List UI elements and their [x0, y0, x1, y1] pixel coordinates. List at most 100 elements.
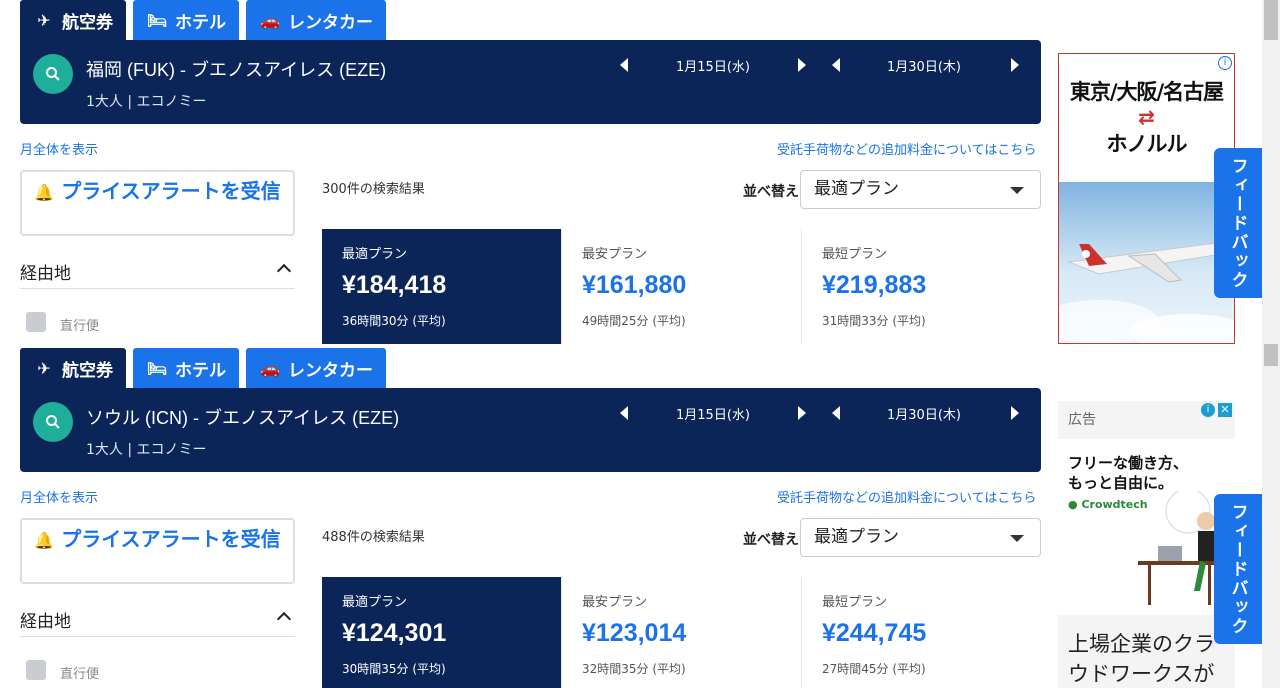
result-count: 300件の検索結果 [322, 182, 425, 197]
chevron-down-icon [1010, 535, 1024, 542]
route-text: ソウル (ICN) - ブエノスアイレス (EZE) [86, 408, 400, 428]
via-section-title[interactable]: 経由地 [20, 259, 71, 284]
tab-hotels[interactable]: 🛏 ホテル [133, 348, 239, 388]
bell-icon: 🔔 [34, 183, 55, 202]
sort-select[interactable]: 最適プラン [800, 518, 1041, 557]
best-plan-card[interactable]: 最適プラン ¥124,301 30時間35分 (平均) [322, 577, 562, 688]
price-alert-button[interactable]: 🔔 プライスアラートを受信 [20, 518, 295, 584]
tab-flights-label: 航空券 [62, 360, 113, 381]
section-divider [20, 636, 295, 637]
outbound-date[interactable]: 1月15日(水) [676, 404, 750, 423]
card-title: 最安プラン [582, 247, 648, 262]
ad-info-icon[interactable]: i [1218, 56, 1232, 70]
scrollbar-thumb[interactable] [1264, 344, 1278, 366]
next-return-date-icon[interactable] [1011, 406, 1019, 420]
swap-arrows-icon: ⇄ [1138, 105, 1155, 129]
card-title: 最適プラン [342, 595, 408, 610]
tab-rentacar[interactable]: 🚗 レンタカー [246, 0, 386, 40]
card-price: ¥219,883 [822, 271, 927, 299]
card-title: 最適プラン [342, 247, 408, 262]
search-panel-2: ✈ 航空券 🛏 ホテル 🚗 レンタカー ソウル (ICN) - ブエノスアイレス… [0, 344, 1280, 688]
card-price: ¥161,880 [582, 271, 687, 299]
fastest-plan-card[interactable]: 最短プラン ¥244,745 27時間45分 (平均) [802, 577, 1041, 688]
tab-rentacar-label: レンタカー [288, 360, 373, 381]
direct-flight-label: 直行便 [60, 667, 100, 682]
ad-banner-crowdtech[interactable]: 広告 i ✕ フリーな働き方、 もっと自由に。 ● Crowdtech 上場企業… [1058, 401, 1235, 688]
scrollbar[interactable] [1262, 344, 1280, 688]
card-duration: 31時間33分 (平均) [822, 314, 926, 328]
tab-flights[interactable]: ✈ 航空券 [20, 348, 126, 388]
cheapest-plan-card[interactable]: 最安プラン ¥123,014 32時間35分 (平均) [562, 577, 802, 688]
ad-tagline: フリーな働き方、 もっと自由に。 [1068, 453, 1188, 493]
route-text: 福岡 (FUK) - ブエノスアイレス (EZE) [86, 60, 387, 80]
feedback-tab[interactable]: フィードバック [1214, 494, 1262, 644]
prev-return-date-icon[interactable] [832, 58, 840, 72]
next-return-date-icon[interactable] [1011, 58, 1019, 72]
feedback-tab[interactable]: フィードバック [1214, 148, 1262, 298]
ad-headline: 東京/大阪/名古屋 [1069, 80, 1224, 104]
tab-rentacar-label: レンタカー [288, 12, 373, 33]
price-alert-label: プライスアラートを受信 [61, 527, 281, 551]
via-section-title[interactable]: 経由地 [20, 607, 71, 632]
sort-value: 最適プラン [814, 527, 899, 547]
outbound-date[interactable]: 1月15日(水) [676, 56, 750, 75]
return-date[interactable]: 1月30日(木) [887, 404, 961, 423]
chevron-up-icon[interactable] [276, 611, 292, 627]
prev-outbound-date-icon[interactable] [620, 406, 628, 420]
fees-link[interactable]: 受託手荷物などの追加料金についてはこちら [777, 139, 1036, 158]
search-summary-bar[interactable]: ソウル (ICN) - ブエノスアイレス (EZE) 1大人 | エコノミー 1… [20, 388, 1041, 472]
ad-destination: ホノルル [1106, 132, 1188, 156]
tab-hotels-label: ホテル [175, 12, 226, 33]
card-duration: 49時間25分 (平均) [582, 314, 686, 328]
card-title: 最短プラン [822, 595, 888, 610]
card-price: ¥184,418 [342, 271, 447, 299]
card-price: ¥124,301 [342, 619, 447, 647]
card-duration: 36時間30分 (平均) [342, 314, 446, 328]
return-date[interactable]: 1月30日(木) [887, 56, 961, 75]
sort-label: 並べ替え [743, 532, 799, 548]
car-icon: 🚗 [260, 358, 280, 378]
sort-value: 最適プラン [814, 179, 899, 199]
fees-link[interactable]: 受託手荷物などの追加料金についてはこちら [777, 487, 1036, 506]
prev-outbound-date-icon[interactable] [620, 58, 628, 72]
tab-hotels-label: ホテル [175, 360, 226, 381]
crowdtech-logo-icon: ● [1068, 498, 1078, 511]
scrollbar[interactable] [1262, 0, 1280, 344]
card-title: 最安プラン [582, 595, 648, 610]
fastest-plan-card[interactable]: 最短プラン ¥219,883 31時間33分 (平均) [802, 229, 1041, 344]
prev-return-date-icon[interactable] [832, 406, 840, 420]
best-plan-card[interactable]: 最適プラン ¥184,418 36時間30分 (平均) [322, 229, 562, 344]
scrollbar-thumb[interactable] [1264, 0, 1278, 40]
tab-rentacar[interactable]: 🚗 レンタカー [246, 348, 386, 388]
direct-flight-label: 直行便 [60, 319, 100, 334]
direct-flight-checkbox[interactable] [26, 312, 46, 332]
ad-tagline-line2: もっと自由に。 [1068, 474, 1174, 492]
summary-cards: 最適プラン ¥124,301 30時間35分 (平均) 最安プラン ¥123,0… [322, 577, 1041, 688]
month-view-link[interactable]: 月全体を表示 [20, 487, 98, 506]
next-outbound-date-icon[interactable] [798, 406, 806, 420]
card-price: ¥123,014 [582, 619, 687, 647]
price-alert-button[interactable]: 🔔 プライスアラートを受信 [20, 170, 295, 236]
card-duration: 27時間45分 (平均) [822, 662, 926, 676]
ad-big-line1: 上場企業のクラ [1068, 632, 1215, 656]
tab-flights[interactable]: ✈ 航空券 [20, 0, 126, 40]
ad-banner-honolulu[interactable]: i 東京/大阪/名古屋 ⇄ ホノルル [1058, 53, 1235, 344]
search-icon[interactable] [33, 402, 73, 442]
ad-close-icon[interactable]: ✕ [1218, 403, 1232, 417]
next-outbound-date-icon[interactable] [798, 58, 806, 72]
sort-select[interactable]: 最適プラン [800, 170, 1041, 209]
car-icon: 🚗 [260, 10, 280, 30]
passenger-class: 1大人 | エコノミー [86, 442, 207, 458]
search-summary-bar[interactable]: 福岡 (FUK) - ブエノスアイレス (EZE) 1大人 | エコノミー 1月… [20, 40, 1041, 124]
sort-label: 並べ替え [743, 184, 799, 200]
chevron-up-icon[interactable] [276, 263, 292, 279]
card-price: ¥244,745 [822, 619, 927, 647]
cheapest-plan-card[interactable]: 最安プラン ¥161,880 49時間25分 (平均) [562, 229, 802, 344]
tab-hotels[interactable]: 🛏 ホテル [133, 0, 239, 40]
passenger-class: 1大人 | エコノミー [86, 94, 207, 110]
ad-info-icon[interactable]: i [1201, 403, 1215, 417]
price-alert-label: プライスアラートを受信 [61, 179, 281, 203]
direct-flight-checkbox[interactable] [26, 660, 46, 680]
search-icon[interactable] [33, 54, 73, 94]
month-view-link[interactable]: 月全体を表示 [20, 139, 98, 158]
